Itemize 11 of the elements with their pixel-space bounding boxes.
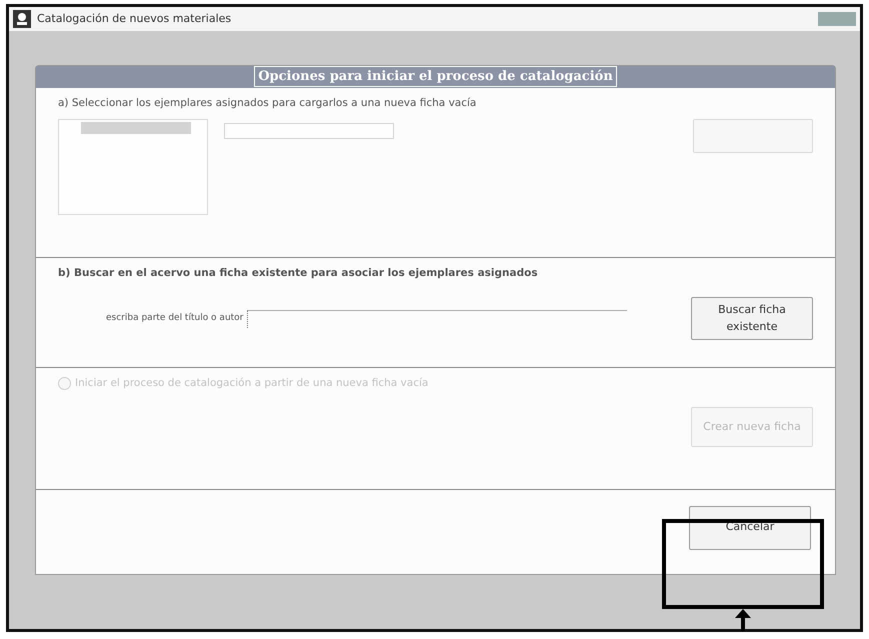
app-icon — [13, 10, 31, 28]
option-label: Iniciar el proceso de catalogación a partir de una nueva ficha vacía — [75, 376, 428, 391]
window-controls[interactable] — [818, 12, 856, 26]
search-field[interactable] — [247, 310, 628, 328]
section-heading: b) Buscar en el acervo una ficha existente para asociar los ejemplares asignados — [58, 266, 539, 281]
arrow-icon — [734, 609, 752, 631]
search-button[interactable]: Buscar ficha existente — [691, 297, 813, 340]
section-heading: a) Seleccionar los ejemplares asignados para cargarlos a una nueva ficha vacía — [58, 96, 478, 111]
window-title: Catalogación de nuevos materiales — [37, 10, 232, 27]
panel-title: Opciones para iniciar el proceso de catalogación — [254, 66, 617, 88]
field-label: escriba parte del título o autor — [106, 312, 244, 326]
